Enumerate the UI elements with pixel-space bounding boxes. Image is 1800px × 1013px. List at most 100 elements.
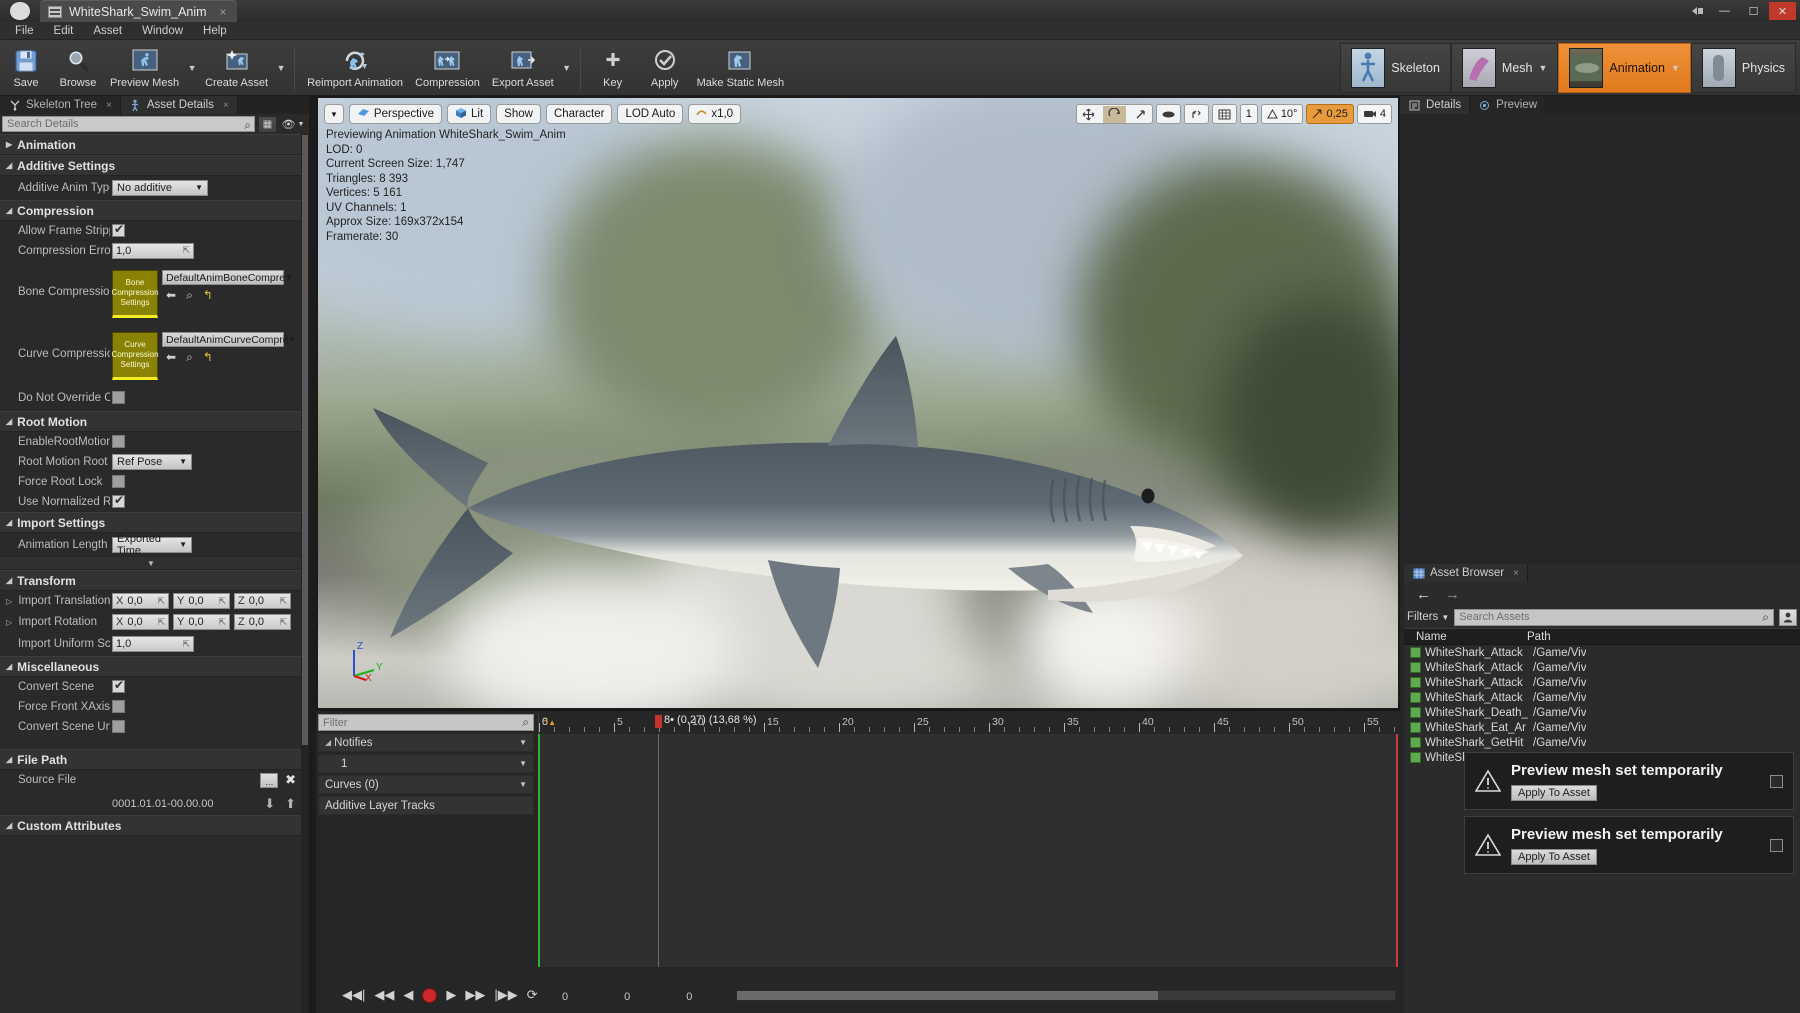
- convert-scene-checkbox[interactable]: [112, 678, 125, 693]
- force-root-lock-checkbox[interactable]: [112, 475, 125, 488]
- track-additive-layer[interactable]: Additive Layer Tracks: [318, 796, 534, 815]
- preview-mesh-button[interactable]: Preview Mesh: [104, 40, 185, 96]
- category-root-motion[interactable]: ◢ Root Motion: [0, 411, 302, 432]
- category-animation[interactable]: ▶ Animation: [0, 134, 302, 155]
- browse-to-asset-icon[interactable]: ⌕: [186, 288, 193, 303]
- playhead-marker-icon[interactable]: [655, 715, 662, 728]
- viewport-camera-mode-button[interactable]: Perspective: [348, 104, 443, 124]
- source-file-browse-button[interactable]: …: [260, 772, 279, 788]
- category-additive-settings[interactable]: ◢ Additive Settings: [0, 155, 302, 176]
- timeline-playhead[interactable]: [655, 715, 662, 967]
- scale-snap-button[interactable]: 0,25: [1306, 104, 1354, 124]
- tab-details[interactable]: Details: [1400, 96, 1471, 114]
- play-reverse-button[interactable]: ◀: [403, 987, 413, 1003]
- viewport-options-menu-button[interactable]: ▼: [324, 104, 344, 124]
- category-transform[interactable]: ◢ Transform: [0, 570, 302, 591]
- mode-mesh-button[interactable]: Mesh ▼: [1450, 42, 1559, 93]
- tab-asset-browser[interactable]: Asset Browser ×: [1404, 564, 1528, 582]
- details-scrollbar-thumb[interactable]: [302, 135, 308, 745]
- do-not-override-compression-checkbox[interactable]: [112, 391, 125, 404]
- column-header-name[interactable]: Name: [1404, 631, 1519, 643]
- list-item[interactable]: WhiteShark_Eat_Ar/Game/Viv: [1404, 720, 1800, 735]
- category-file-path[interactable]: ◢ File Path: [0, 749, 302, 770]
- document-tab[interactable]: WhiteShark_Swim_Anim ×: [40, 0, 237, 22]
- create-asset-button[interactable]: Create Asset: [199, 40, 274, 96]
- import-translation-y-input[interactable]: Y 0,0 ⇱: [173, 593, 230, 609]
- reimport-animation-button[interactable]: Reimport Animation: [301, 40, 409, 96]
- spinner-icon[interactable]: ⇱: [182, 639, 190, 650]
- track-notify-1-menu-icon[interactable]: ▼: [519, 759, 527, 768]
- grid-snap-toggle-button[interactable]: [1211, 104, 1237, 124]
- compression-error-threshold-input[interactable]: 1,0 ⇱: [112, 242, 194, 259]
- maximize-button[interactable]: ☐: [1740, 2, 1767, 20]
- toast-preview-mesh-1[interactable]: Preview mesh set temporarily Apply To As…: [1464, 752, 1794, 810]
- asset-browser-back-button[interactable]: ←: [1416, 586, 1431, 603]
- coordinate-system-button[interactable]: [1155, 104, 1181, 124]
- tab-skeleton-tree-close-icon[interactable]: ×: [106, 100, 112, 111]
- apply-to-asset-button[interactable]: Apply To Asset: [1511, 848, 1597, 865]
- curve-compression-settings-combo[interactable]: DefaultAnimCurveCompre ▼: [162, 332, 296, 347]
- use-selected-asset-icon[interactable]: ⬅: [166, 288, 176, 303]
- browse-to-asset-icon[interactable]: ⌕: [186, 350, 193, 365]
- category-custom-attributes[interactable]: ◢ Custom Attributes: [0, 815, 302, 836]
- track-notifies-menu-icon[interactable]: ▼: [519, 738, 527, 747]
- category-miscellaneous[interactable]: ◢ Miscellaneous: [0, 656, 302, 677]
- export-asset-caret-icon[interactable]: ▼: [560, 40, 574, 96]
- play-button[interactable]: ▶: [446, 987, 456, 1003]
- toast-dismiss-checkbox[interactable]: [1770, 838, 1783, 852]
- details-scrollbar[interactable]: [301, 134, 309, 1013]
- source-file-import-icon[interactable]: ⬇: [264, 796, 275, 812]
- use-selected-asset-icon[interactable]: ⬅: [166, 350, 176, 365]
- skip-to-end-button[interactable]: |▶▶: [494, 987, 517, 1003]
- use-normalized-root-motion-checkbox[interactable]: [112, 493, 125, 508]
- spinner-icon[interactable]: ⇱: [279, 596, 287, 607]
- list-item[interactable]: WhiteShark_Attack/Game/Viv: [1404, 690, 1800, 705]
- unreal-logo-icon[interactable]: [0, 0, 40, 22]
- step-forward-button[interactable]: ▶▶: [465, 987, 485, 1003]
- asset-browser-search-input[interactable]: Search Assets ⌕: [1454, 608, 1774, 626]
- viewport-view-mode-button[interactable]: Lit: [447, 104, 492, 124]
- import-translation-x-input[interactable]: X 0,0 ⇱: [112, 593, 169, 609]
- category-compression[interactable]: ◢ Compression: [0, 200, 302, 221]
- import-translation-z-input[interactable]: Z 0,0 ⇱: [234, 593, 291, 609]
- source-file-export-icon[interactable]: ⬆: [285, 796, 296, 812]
- timeline-horizontal-scrollbar[interactable]: [736, 990, 1396, 1001]
- timeline-frame-end[interactable]: 0: [686, 991, 692, 1003]
- timeline-tracks-area[interactable]: 8• (0,27) (13,68 %): [538, 714, 1398, 967]
- tab-preview[interactable]: Preview: [1470, 96, 1547, 114]
- viewport-playrate-button[interactable]: x1,0: [688, 104, 742, 124]
- category-import-settings[interactable]: ◢ Import Settings: [0, 512, 302, 533]
- grid-snap-value-button[interactable]: 1: [1239, 104, 1258, 124]
- mode-mesh-caret-icon[interactable]: ▼: [1538, 63, 1547, 73]
- tab-asset-browser-close-icon[interactable]: ×: [1513, 568, 1519, 579]
- timeline-frame-start[interactable]: 0: [624, 991, 630, 1003]
- reset-to-default-icon[interactable]: ↰: [203, 288, 213, 303]
- minimize-button[interactable]: —: [1711, 2, 1738, 20]
- bone-compression-settings-combo[interactable]: DefaultAnimBoneCompre ▼: [162, 270, 293, 285]
- camera-speed-button[interactable]: 4: [1356, 104, 1392, 124]
- details-visibility-button[interactable]: 👁 ▼: [280, 116, 306, 133]
- allow-frame-stripping-checkbox[interactable]: [112, 222, 125, 237]
- search-details-input[interactable]: Search Details ⌕: [2, 116, 255, 132]
- viewport-character-menu-button[interactable]: Character: [545, 104, 613, 124]
- timeline-filter-input[interactable]: Filter ⌕: [318, 714, 534, 731]
- chevron-right-icon[interactable]: ▷: [6, 597, 12, 606]
- reset-to-default-icon[interactable]: ↰: [203, 350, 213, 365]
- import-rotation-y-input[interactable]: Y 0,0 ⇱: [173, 614, 230, 630]
- spinner-icon[interactable]: ⇱: [218, 596, 226, 607]
- apply-to-asset-button[interactable]: Apply To Asset: [1511, 784, 1597, 801]
- track-notifies[interactable]: ◢ Notifies ▼: [318, 733, 534, 752]
- create-asset-caret-icon[interactable]: ▼: [274, 40, 288, 96]
- spinner-icon[interactable]: ⇱: [218, 617, 226, 628]
- mode-animation-button[interactable]: Animation ▼: [1558, 42, 1691, 93]
- import-rotation-z-input[interactable]: Z 0,0 ⇱: [234, 614, 291, 630]
- spinner-icon[interactable]: ⇱: [182, 245, 190, 256]
- list-item[interactable]: WhiteShark_Attack/Game/Viv: [1404, 645, 1800, 660]
- details-grid-view-button[interactable]: ▦: [258, 115, 277, 133]
- viewport-show-menu-button[interactable]: Show: [496, 104, 541, 124]
- key-button[interactable]: Key: [587, 40, 639, 96]
- timeline-frame-current[interactable]: 0: [562, 991, 568, 1003]
- pin-icon[interactable]: [1687, 2, 1709, 20]
- rotation-snap-button[interactable]: 10°: [1260, 104, 1304, 124]
- chevron-right-icon[interactable]: ▷: [6, 618, 12, 627]
